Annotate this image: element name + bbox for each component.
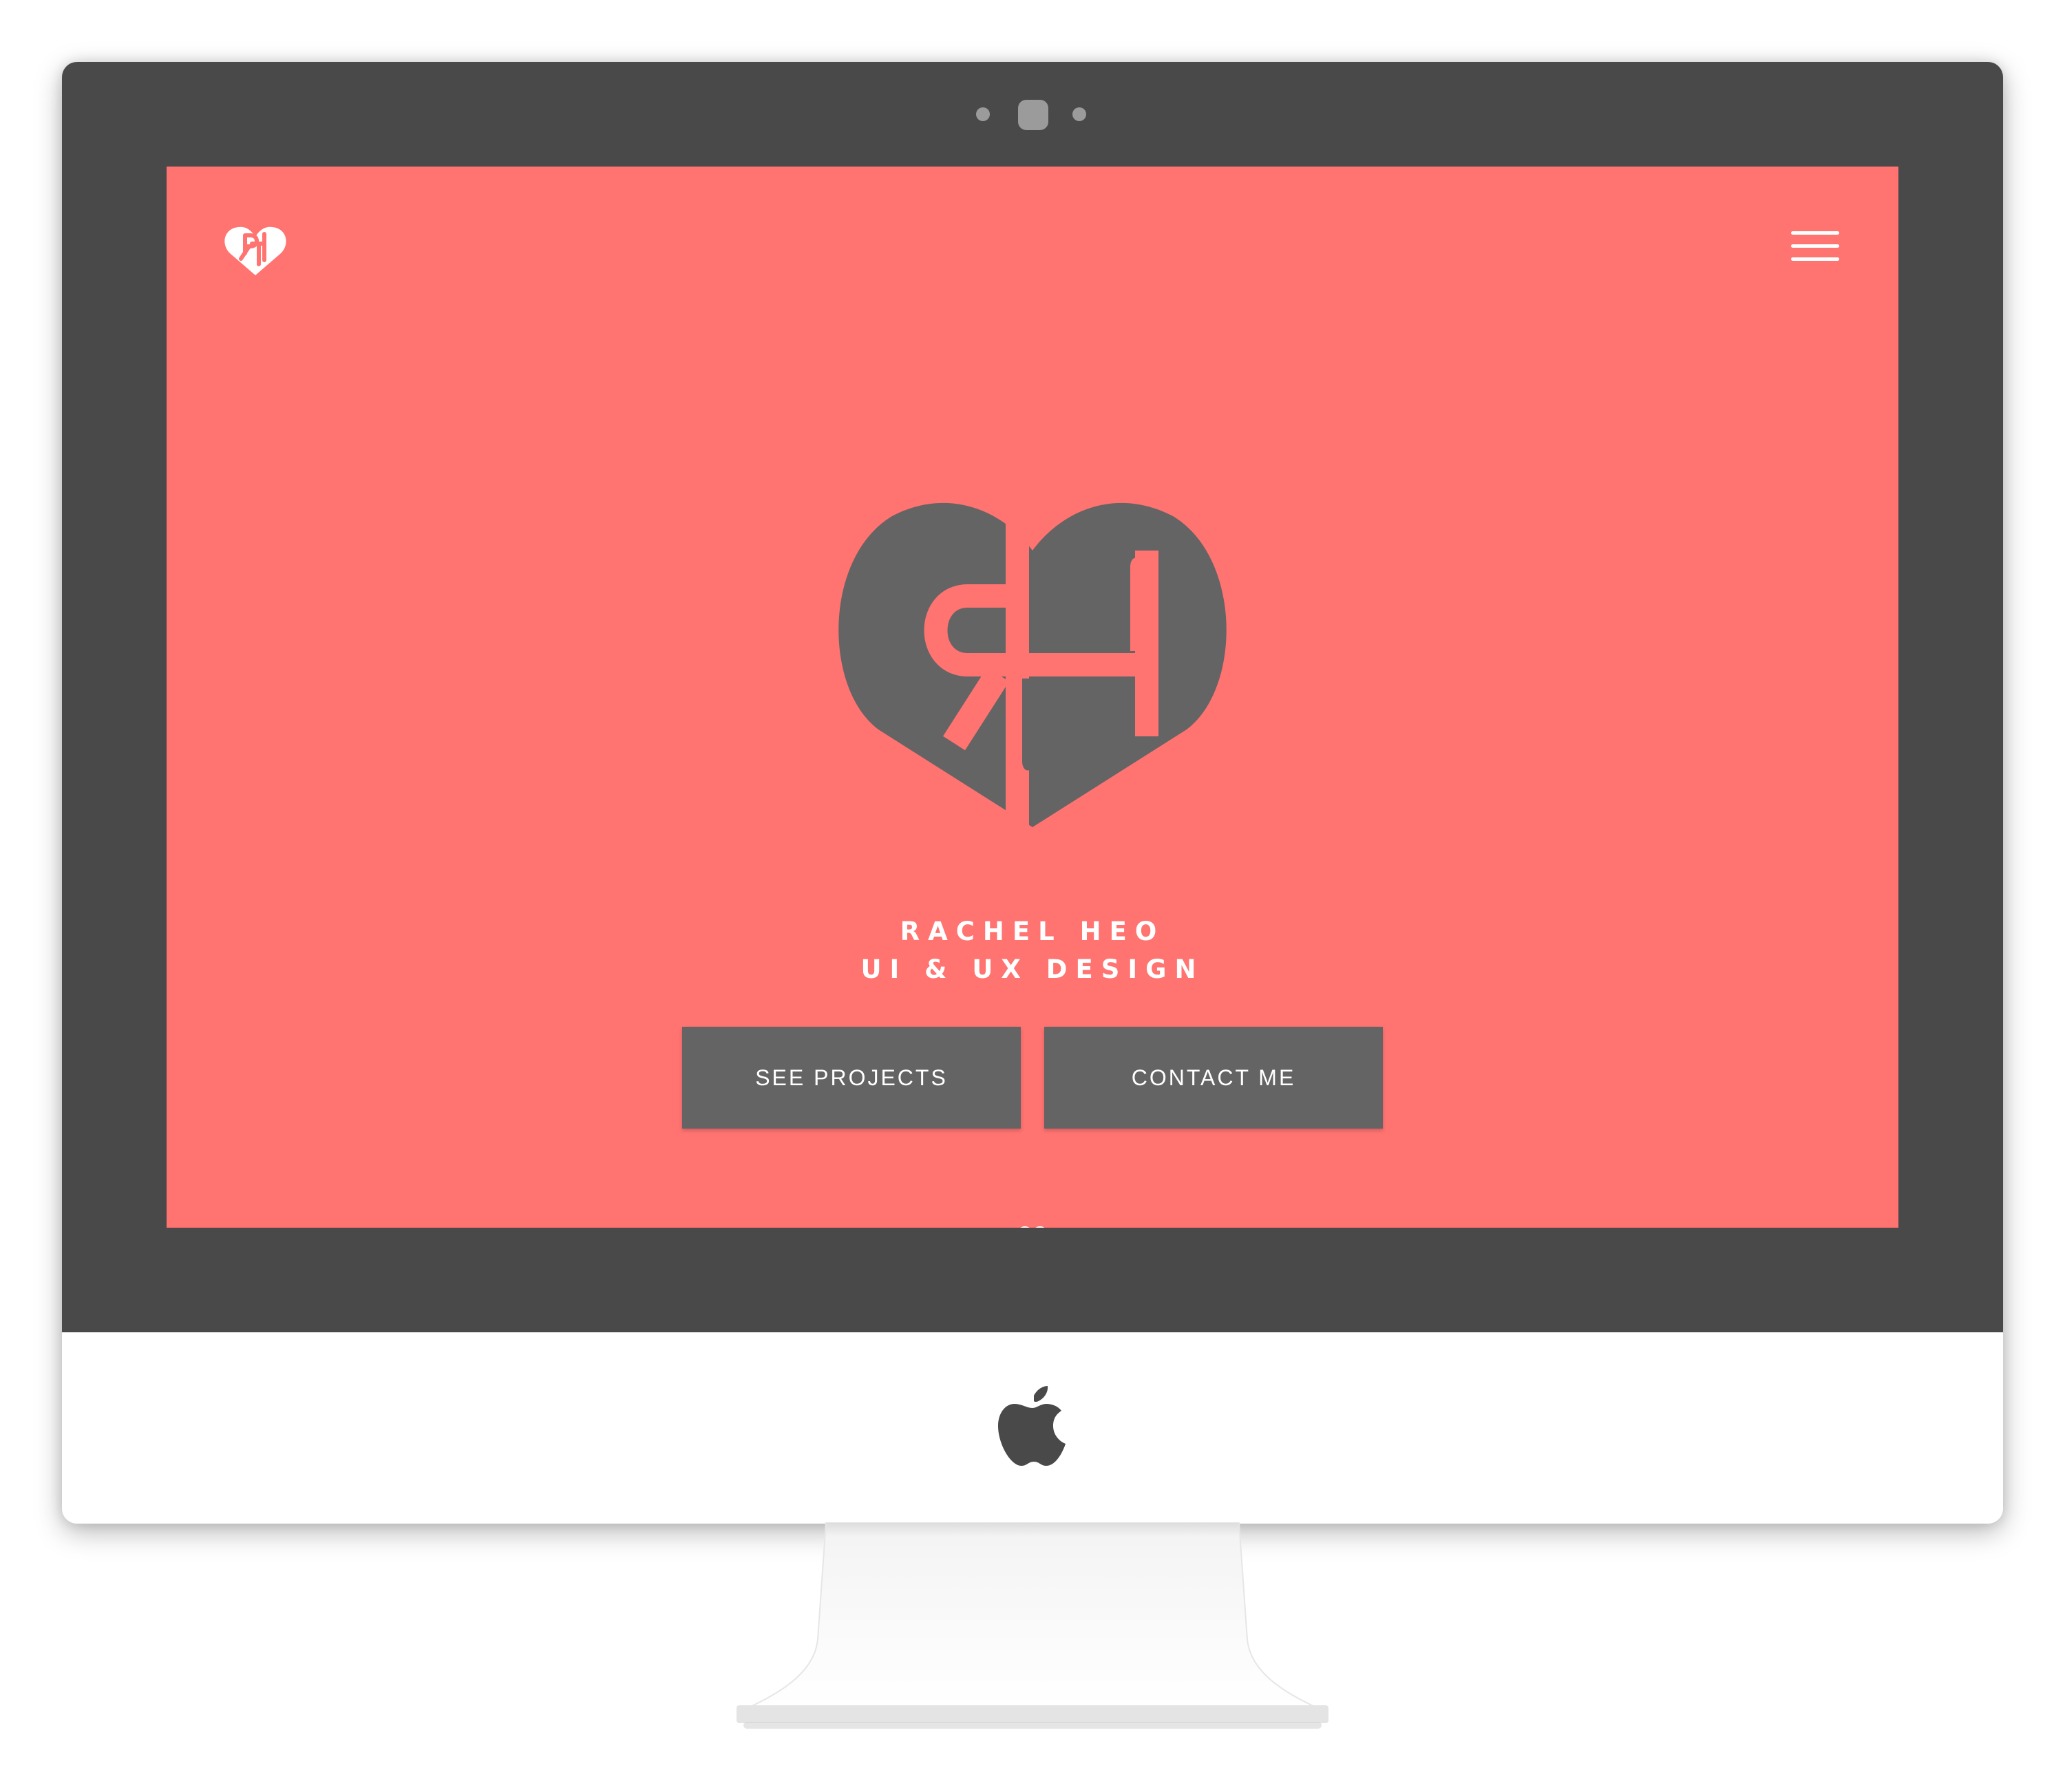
hero-name: RACHEL HEO (900, 917, 1165, 946)
camera-icon (1018, 100, 1048, 130)
heart-arrow-down-icon[interactable] (1017, 1226, 1048, 1228)
camera-sensor-left (976, 107, 990, 121)
monitor-bezel: RACHEL HEO UI & UX DESIGN SEE PROJECTS C… (62, 62, 2003, 1332)
contact-me-button[interactable]: CONTACT ME (1044, 1027, 1383, 1129)
menu-line (1791, 231, 1839, 235)
hero-tagline: UI & UX DESIGN (860, 954, 1205, 984)
rh-heart-logo-icon[interactable] (224, 226, 286, 277)
imac-mockup: RACHEL HEO UI & UX DESIGN SEE PROJECTS C… (0, 0, 2065, 1792)
apple-logo-icon (998, 1386, 1066, 1466)
hamburger-menu-icon[interactable] (1791, 228, 1839, 264)
monitor: RACHEL HEO UI & UX DESIGN SEE PROJECTS C… (62, 62, 2003, 1524)
camera-sensor-right (1072, 107, 1086, 121)
menu-line (1791, 257, 1839, 261)
monitor-stand (737, 1522, 1328, 1729)
see-projects-button[interactable]: SEE PROJECTS (682, 1027, 1021, 1129)
website-screen: RACHEL HEO UI & UX DESIGN SEE PROJECTS C… (167, 167, 1898, 1228)
menu-line (1791, 244, 1839, 248)
hero-rh-heart-logo (838, 502, 1227, 827)
